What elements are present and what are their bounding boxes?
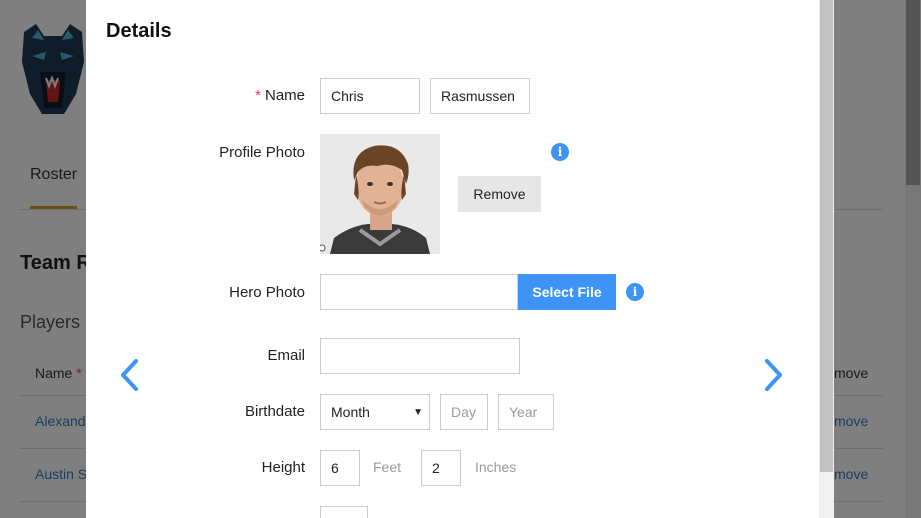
name-label-text: Name: [264, 87, 305, 104]
select-file-button[interactable]: Select File: [518, 274, 616, 310]
info-icon[interactable]: i: [551, 143, 569, 161]
height-inches-input[interactable]: 2: [421, 450, 461, 486]
birth-month-selected: Month: [331, 404, 370, 420]
chevron-right-icon[interactable]: [763, 358, 785, 392]
birth-day-placeholder: Day: [451, 404, 476, 420]
caret-down-icon: ▼: [413, 407, 423, 418]
height-label: Height: [261, 459, 305, 476]
feet-unit-label: Feet: [373, 459, 402, 475]
hero-photo-file-input[interactable]: [320, 274, 518, 310]
birthdate-label: Birthdate: [244, 403, 305, 420]
height-feet-input[interactable]: 6: [320, 450, 360, 486]
first-name-input[interactable]: Chris: [320, 78, 420, 114]
required-mark: *: [255, 87, 261, 104]
birth-day-input[interactable]: Day: [440, 394, 488, 430]
email-input[interactable]: [320, 338, 520, 374]
profile-photo-image[interactable]: [320, 134, 440, 254]
info-icon[interactable]: i: [626, 283, 644, 301]
modal-title: Details: [106, 20, 172, 42]
birth-year-placeholder: Year: [509, 404, 538, 420]
inches-unit-label: Inches: [475, 459, 517, 475]
chevron-left-icon[interactable]: [118, 358, 140, 392]
last-name-input[interactable]: Rasmussen: [430, 78, 530, 114]
birth-year-input[interactable]: Year: [498, 394, 554, 430]
weight-input[interactable]: [320, 506, 368, 518]
birth-month-select[interactable]: Month ▼: [320, 394, 430, 430]
email-label: Email: [267, 347, 305, 364]
details-modal: Details * Name Chris Rasmussen Profile Ph…: [86, 0, 834, 518]
hero-photo-label: Hero Photo: [229, 284, 305, 301]
remove-photo-button[interactable]: Remove: [458, 176, 541, 212]
name-label: * Name: [255, 87, 305, 104]
modal-scrollbar-thumb[interactable]: [820, 0, 833, 472]
profile-photo-label: Profile Photo: [219, 144, 305, 161]
